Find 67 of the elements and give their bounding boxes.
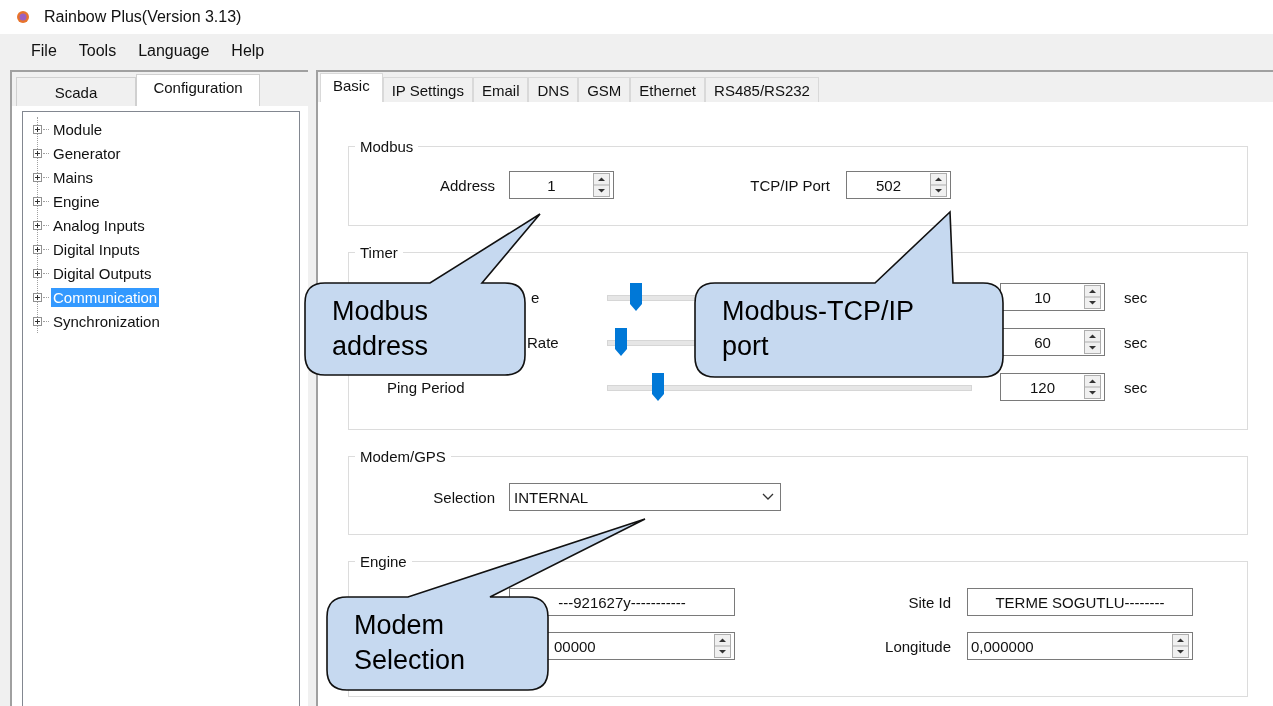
tab[interactable]: RS485/RS232 — [705, 77, 819, 102]
group-title: Modbus — [359, 138, 415, 155]
expand-icon[interactable] — [33, 316, 42, 326]
dropdown[interactable]: INTERNAL — [509, 483, 781, 511]
app-icon — [16, 10, 30, 24]
field-label: Rate — [527, 333, 559, 351]
unit-label: sec — [1124, 288, 1148, 306]
tree-item[interactable]: Digital Outputs — [51, 263, 154, 283]
expand-icon[interactable] — [33, 124, 42, 134]
expand-icon[interactable] — [33, 244, 42, 254]
field-label: Site Id — [907, 593, 952, 611]
spin-field[interactable]: 502 — [846, 171, 951, 199]
spinner-icon[interactable] — [1084, 285, 1101, 309]
expand-icon[interactable] — [33, 220, 42, 230]
menu-item[interactable]: Help — [220, 38, 276, 64]
field-label: Selection — [432, 488, 496, 506]
spin-field[interactable]: 0,000000 — [967, 632, 1193, 660]
slider[interactable] — [607, 372, 972, 402]
callout-tooltip: Modbus-TCP/IP port — [694, 211, 1004, 378]
spinner-icon[interactable] — [1084, 375, 1101, 399]
field-label: TCP/IP Port — [749, 176, 831, 194]
menu-item[interactable]: Tools — [67, 38, 128, 64]
tab[interactable]: Email — [472, 77, 529, 102]
expand-icon[interactable] — [33, 292, 42, 302]
field-label: Address — [438, 176, 496, 194]
unit-label: sec — [1124, 333, 1148, 351]
expand-icon[interactable] — [33, 196, 42, 206]
menu-item[interactable]: Language — [127, 38, 221, 64]
expand-icon[interactable] — [33, 172, 42, 182]
spinner-icon[interactable] — [1172, 634, 1189, 658]
spin-field[interactable]: 1 — [509, 171, 614, 199]
field-label: Ping Period — [387, 378, 465, 396]
tree-item[interactable]: Digital Inputs — [51, 239, 142, 259]
group-title: Timer — [359, 244, 399, 261]
tree-item[interactable]: Generator — [51, 143, 123, 163]
tree-item[interactable]: Synchronization — [51, 311, 162, 331]
tab[interactable]: Configuration — [136, 74, 260, 106]
expand-icon[interactable] — [33, 148, 42, 158]
tab[interactable]: Ethernet — [630, 77, 706, 102]
menu-item[interactable]: File — [20, 38, 68, 64]
spinner-icon[interactable] — [1084, 330, 1101, 354]
expand-icon[interactable] — [33, 268, 42, 278]
tree-item[interactable]: Analog Inputs — [51, 215, 147, 235]
tab[interactable]: DNS — [528, 77, 579, 102]
text-field[interactable]: TERME SOGUTLU-------- — [967, 588, 1193, 616]
window-title: Rainbow Plus(Version 3.13) — [44, 8, 242, 26]
spinner-icon[interactable] — [593, 173, 610, 197]
chevron-down-icon — [762, 493, 774, 501]
tab[interactable]: GSM — [578, 77, 631, 102]
tab[interactable]: IP Settings — [382, 77, 473, 102]
field-label: e — [531, 288, 540, 306]
spinner-icon[interactable] — [714, 634, 731, 658]
slider-thumb[interactable] — [650, 372, 665, 402]
tab[interactable]: Scada — [16, 77, 136, 106]
spin-field[interactable]: 10 — [1000, 283, 1105, 311]
field-label: Longitude — [884, 637, 952, 655]
slider-thumb[interactable] — [614, 327, 629, 357]
group-title: Engine — [359, 553, 408, 570]
spinner-icon[interactable] — [930, 173, 947, 197]
tab[interactable]: Basic — [320, 73, 383, 102]
spin-field[interactable]: 120 — [1000, 373, 1105, 401]
tree-item[interactable]: Module — [51, 119, 105, 139]
group-title: Modem/GPS — [359, 448, 447, 465]
tree-item[interactable]: Engine — [51, 191, 102, 211]
unit-label: sec — [1124, 378, 1148, 396]
slider-thumb[interactable] — [628, 282, 643, 312]
tree-item[interactable]: Mains — [51, 167, 95, 187]
